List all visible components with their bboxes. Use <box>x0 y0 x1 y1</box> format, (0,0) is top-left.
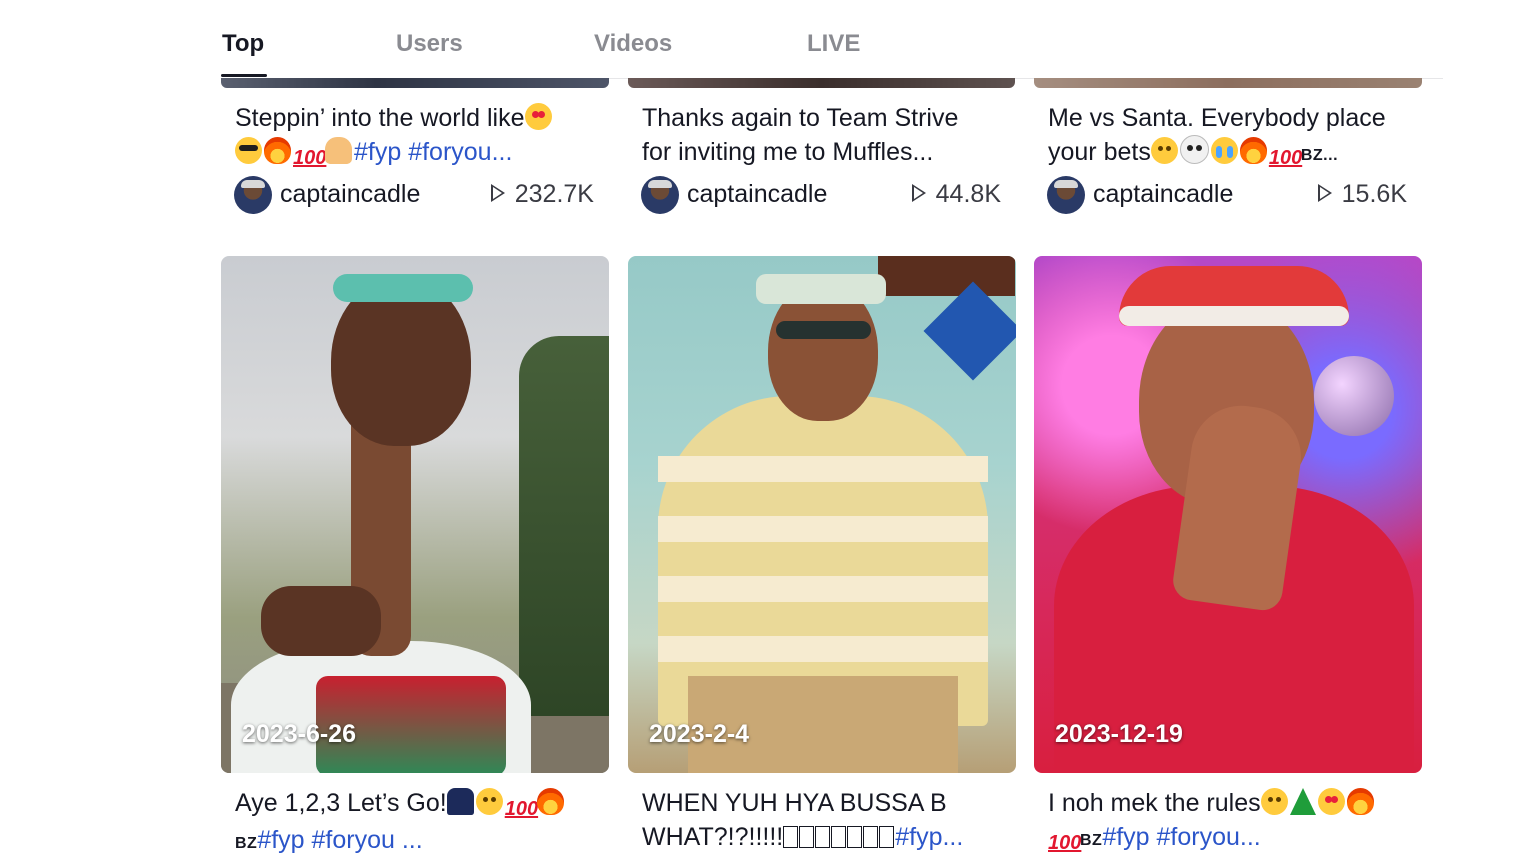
play-count: 44.8K <box>911 180 1001 209</box>
face-emoji-icon <box>475 788 503 815</box>
unsupported-glyph-icon <box>863 826 879 848</box>
video-caption[interactable]: WHEN YUH HYA BUSSA B WHAT?!?!!!!! #fyp... <box>642 786 1012 854</box>
hashtags[interactable]: #fyp #foryou... <box>354 138 512 166</box>
avatar[interactable] <box>641 176 679 214</box>
heart-eyes-emoji-icon <box>524 103 552 130</box>
sleeping-emoji-icon <box>1150 137 1178 164</box>
guard-emoji-icon <box>446 788 474 815</box>
hundred-emoji-icon: 100 <box>1048 832 1082 854</box>
crying-emoji-icon <box>1210 137 1238 164</box>
tab-users[interactable]: Users <box>396 30 463 58</box>
bz-flag-text: BZ... <box>1300 147 1339 164</box>
video-caption[interactable]: Me vs Santa. Everybody place your bets 10… <box>1048 101 1418 173</box>
video-thumbnail[interactable]: 2023-2-4 <box>628 256 1016 773</box>
hashtags[interactable]: #fyp #foryou ... <box>257 826 422 854</box>
unsupported-glyph-icon <box>783 826 799 848</box>
tab-videos[interactable]: Videos <box>594 30 672 58</box>
unsupported-glyph-icon <box>831 826 847 848</box>
play-icon <box>911 184 926 202</box>
author-row[interactable]: captaincadle 232.7K <box>234 176 604 216</box>
video-thumbnail[interactable] <box>221 78 609 88</box>
hashtags[interactable]: #fyp #foryou... <box>1102 823 1260 851</box>
unsupported-glyph-icon <box>879 826 895 848</box>
video-date: 2023-12-19 <box>1055 720 1183 748</box>
headband <box>333 274 473 302</box>
hundred-emoji-icon: 100 <box>504 798 539 820</box>
author-name[interactable]: captaincadle <box>1093 180 1233 209</box>
play-count: 232.7K <box>490 180 594 209</box>
hand <box>261 586 381 656</box>
sunglasses-emoji-icon <box>235 137 262 164</box>
bz-flag-text: BZ <box>235 835 258 852</box>
video-thumbnail[interactable] <box>628 78 1015 88</box>
tab-top[interactable]: Top <box>222 30 264 58</box>
fire-emoji-icon <box>1239 137 1267 164</box>
tab-live[interactable]: LIVE <box>807 30 860 58</box>
fire-emoji-icon <box>1346 788 1374 815</box>
play-count: 15.6K <box>1317 180 1407 209</box>
heart-eyes-emoji-icon <box>1317 788 1345 815</box>
video-caption[interactable]: Thanks again to Team Strive for inviting… <box>642 101 1012 169</box>
author-name[interactable]: captaincadle <box>280 180 420 209</box>
tree-foliage <box>519 336 609 716</box>
sunglasses <box>776 321 871 339</box>
play-icon <box>490 184 505 202</box>
author-row[interactable]: captaincadle 44.8K <box>641 176 1011 216</box>
ornament <box>1314 356 1394 436</box>
active-tab-indicator <box>221 74 267 77</box>
video-caption[interactable]: Steppin’ into the world like 100 #fyp #fo… <box>235 101 605 172</box>
author-row[interactable]: captaincadle 15.6K <box>1047 176 1417 216</box>
unsupported-glyph-icon <box>815 826 831 848</box>
video-caption[interactable]: Aye 1,2,3 Let’s Go! 100 BZ#fyp #foryou ..… <box>235 786 605 861</box>
sleeping-emoji-icon <box>1260 788 1288 815</box>
avatar[interactable] <box>1047 176 1085 214</box>
fire-emoji-icon <box>264 137 291 164</box>
video-caption[interactable]: I noh mek the rules 100BZ#fyp #foryou... <box>1048 786 1418 858</box>
video-date: 2023-6-26 <box>242 720 356 748</box>
author-name[interactable]: captaincadle <box>687 180 827 209</box>
video-thumbnail[interactable] <box>1034 78 1422 88</box>
wall-flag <box>923 281 1016 381</box>
unsupported-glyph-icon <box>799 826 815 848</box>
skull-emoji-icon <box>1179 135 1209 164</box>
pray-emoji-icon <box>325 137 352 164</box>
hundred-emoji-icon: 100 <box>1268 147 1303 169</box>
santa-hat-trim <box>1119 306 1349 326</box>
fire-emoji-icon <box>536 788 564 815</box>
hashtags[interactable]: #fyp... <box>895 823 963 851</box>
wall-poster <box>878 256 1015 296</box>
hundred-emoji-icon: 100 <box>293 147 327 169</box>
unsupported-glyph-icon <box>847 826 863 848</box>
video-date: 2023-2-4 <box>649 720 750 748</box>
headband <box>756 274 886 304</box>
video-thumbnail[interactable]: 2023-6-26 <box>221 256 609 773</box>
avatar[interactable] <box>234 176 272 214</box>
christmas-tree-emoji-icon <box>1289 788 1316 815</box>
bz-flag-text: BZ <box>1080 832 1103 849</box>
search-tabs: Top Users Videos LIVE <box>221 0 1443 79</box>
video-thumbnail[interactable]: 2023-12-19 <box>1034 256 1422 773</box>
play-icon <box>1317 184 1332 202</box>
